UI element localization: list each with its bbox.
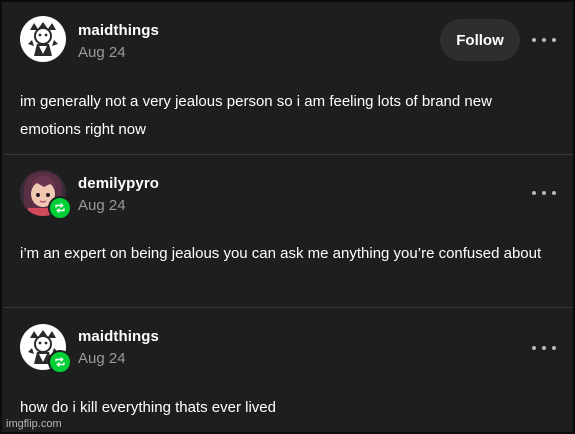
username[interactable]: maidthings bbox=[78, 22, 159, 39]
maid-avatar-icon bbox=[20, 16, 66, 62]
username[interactable]: maidthings bbox=[78, 328, 159, 345]
avatar[interactable] bbox=[20, 16, 66, 62]
more-horizontal-icon[interactable] bbox=[532, 187, 556, 199]
post-body: how do i kill everything thats ever live… bbox=[20, 399, 276, 416]
reblog-icon bbox=[55, 357, 65, 367]
post-reblog: demilypyro Aug 24 i’m an expert on being… bbox=[4, 155, 573, 307]
post-reblog: maidthings Aug 24 how do i kill everythi… bbox=[4, 308, 573, 432]
post-body: i’m an expert on being jealous you can a… bbox=[20, 245, 542, 262]
post-date[interactable]: Aug 24 bbox=[78, 350, 126, 367]
follow-button[interactable]: Follow bbox=[440, 19, 520, 61]
avatar[interactable] bbox=[20, 170, 72, 220]
post-date[interactable]: Aug 24 bbox=[78, 44, 126, 61]
watermark: imgflip.com bbox=[6, 418, 62, 430]
reblog-icon bbox=[55, 203, 65, 213]
more-horizontal-icon[interactable] bbox=[532, 342, 556, 354]
post-original: maidthings Aug 24 Follow im generally no… bbox=[4, 2, 573, 154]
username[interactable]: demilypyro bbox=[78, 175, 159, 192]
post-body: im generally not a very jealous person s… bbox=[20, 93, 492, 138]
avatar[interactable] bbox=[20, 324, 72, 374]
reblog-badge bbox=[48, 350, 72, 374]
reblog-badge bbox=[48, 196, 72, 220]
post-date[interactable]: Aug 24 bbox=[78, 197, 126, 214]
post-thread: maidthings Aug 24 Follow im generally no… bbox=[0, 0, 575, 434]
more-horizontal-icon[interactable] bbox=[532, 34, 556, 46]
